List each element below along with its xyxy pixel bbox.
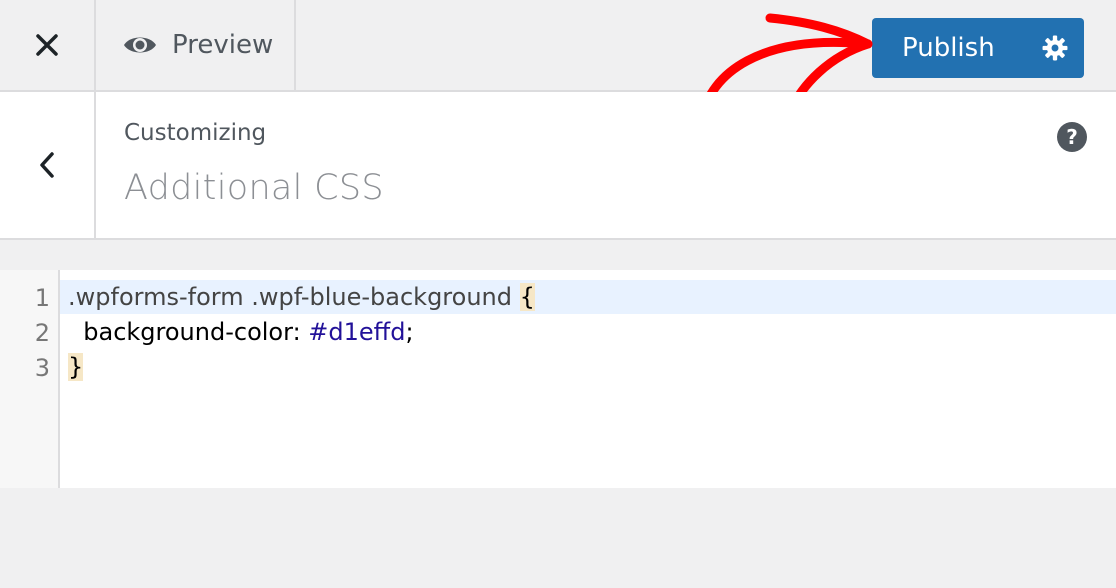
- section-header: Customizing Additional CSS ?: [0, 92, 1116, 240]
- css-code-editor[interactable]: 1 2 3 .wpforms-form .wpf-blue-background…: [0, 270, 1116, 488]
- back-button[interactable]: [0, 92, 96, 238]
- preview-button[interactable]: Preview: [96, 0, 296, 90]
- open-brace: {: [519, 283, 535, 311]
- code-area[interactable]: .wpforms-form .wpf-blue-background { bac…: [60, 270, 1116, 488]
- publish-button[interactable]: Publish: [872, 18, 1084, 78]
- code-line-2: background-color: #d1effd;: [68, 315, 414, 349]
- line-number: 1: [34, 284, 50, 312]
- section-title: Additional CSS: [124, 168, 384, 208]
- code-line-3: }: [68, 350, 84, 384]
- css-property: background-color: [83, 318, 293, 346]
- code-line-1: .wpforms-form .wpf-blue-background {: [68, 280, 535, 314]
- eye-icon: [124, 37, 156, 53]
- semicolon: ;: [405, 318, 414, 346]
- css-selector: .wpforms-form .wpf-blue-background: [68, 283, 520, 311]
- close-brace: }: [68, 353, 84, 381]
- line-number: 3: [34, 354, 50, 382]
- line-number: 2: [34, 319, 50, 347]
- css-value: #d1effd: [308, 318, 406, 346]
- close-icon: [36, 34, 58, 56]
- line-number-gutter: 1 2 3: [0, 270, 60, 488]
- breadcrumb: Customizing: [124, 120, 267, 146]
- preview-label: Preview: [172, 30, 274, 60]
- colon: :: [292, 318, 309, 346]
- help-icon[interactable]: ?: [1057, 122, 1087, 152]
- publish-label: Publish: [902, 33, 995, 63]
- customizer-topbar: Preview Publish: [0, 0, 1116, 92]
- gear-icon[interactable]: [1042, 35, 1068, 61]
- chevron-left-icon: [40, 152, 54, 178]
- close-button[interactable]: [0, 0, 96, 90]
